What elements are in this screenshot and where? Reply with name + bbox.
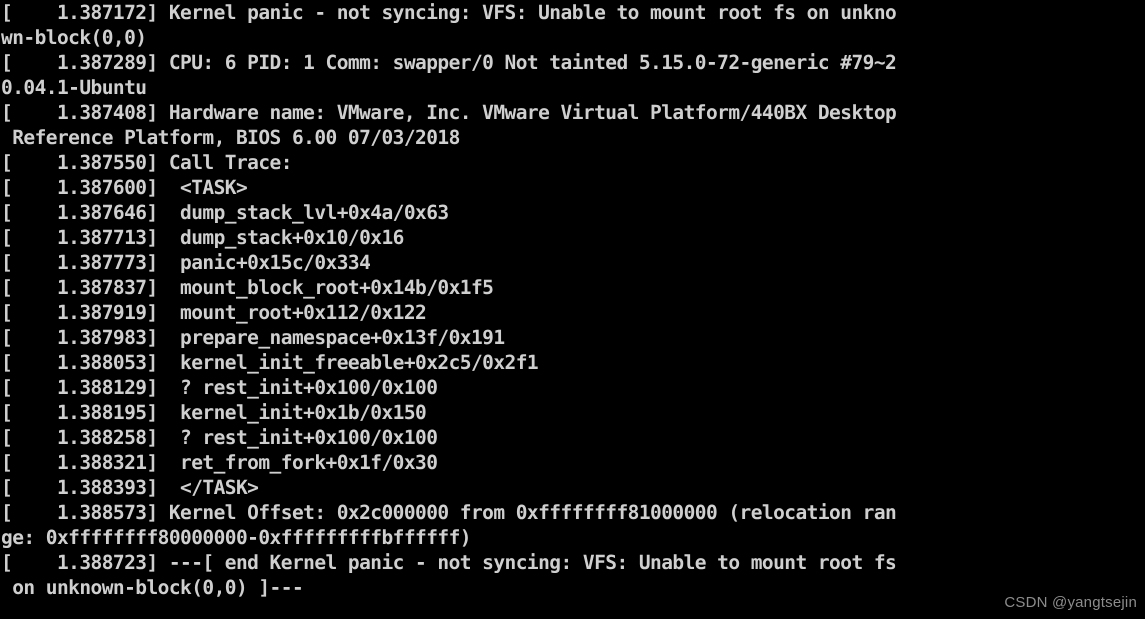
log-line: [ 1.388053] kernel_init_freeable+0x2c5/0… xyxy=(1,351,539,374)
log-line: Reference Platform, BIOS 6.00 07/03/2018 xyxy=(1,126,460,149)
log-line: [ 1.388723] ---[ end Kernel panic - not … xyxy=(1,551,897,574)
log-line: [ 1.388129] ? rest_init+0x100/0x100 xyxy=(1,376,438,399)
log-line: [ 1.387550] Call Trace: xyxy=(1,151,293,174)
log-line: [ 1.388393] </TASK> xyxy=(1,476,259,499)
log-line: wn-block(0,0) xyxy=(1,26,147,49)
log-line: on unknown-block(0,0) ]--- xyxy=(1,576,304,599)
log-line: [ 1.387713] dump_stack+0x10/0x16 xyxy=(1,226,404,249)
log-line: [ 1.388321] ret_from_fork+0x1f/0x30 xyxy=(1,451,438,474)
csdn-watermark: CSDN @yangtsejin xyxy=(1004,594,1137,611)
console-screen[interactable]: [ 1.387172] Kernel panic - not syncing: … xyxy=(0,0,1145,619)
log-line: [ 1.387408] Hardware name: VMware, Inc. … xyxy=(1,101,897,124)
log-line: 0.04.1-Ubuntu xyxy=(1,76,147,99)
log-line: [ 1.388573] Kernel Offset: 0x2c000000 fr… xyxy=(1,501,897,524)
log-line: [ 1.387646] dump_stack_lvl+0x4a/0x63 xyxy=(1,201,449,224)
log-line: [ 1.387773] panic+0x15c/0x334 xyxy=(1,251,371,274)
log-line: [ 1.387919] mount_root+0x112/0x122 xyxy=(1,301,427,324)
log-line: [ 1.387172] Kernel panic - not syncing: … xyxy=(1,1,897,24)
log-line: [ 1.387983] prepare_namespace+0x13f/0x19… xyxy=(1,326,505,349)
log-line: ge: 0xffffffff80000000-0xfffffffffbfffff… xyxy=(1,526,472,549)
log-line: [ 1.388258] ? rest_init+0x100/0x100 xyxy=(1,426,438,449)
kernel-log-output: [ 1.387172] Kernel panic - not syncing: … xyxy=(0,0,1145,600)
log-line: [ 1.387837] mount_block_root+0x14b/0x1f5 xyxy=(1,276,494,299)
log-line: [ 1.388195] kernel_init+0x1b/0x150 xyxy=(1,401,427,424)
log-line: [ 1.387600] <TASK> xyxy=(1,176,248,199)
log-line: [ 1.387289] CPU: 6 PID: 1 Comm: swapper/… xyxy=(1,51,897,74)
